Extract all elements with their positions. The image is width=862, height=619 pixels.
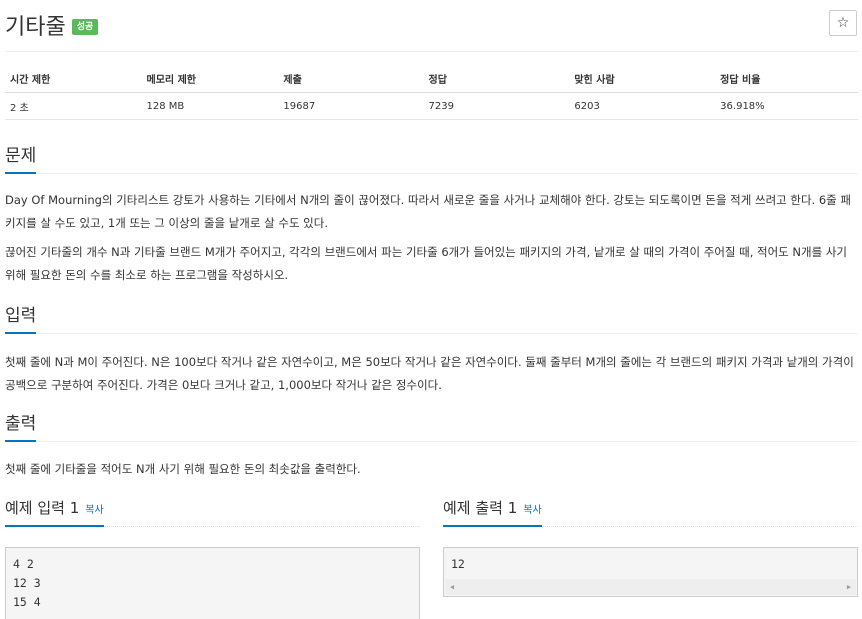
scroll-right-icon[interactable]: ▶ — [842, 579, 856, 595]
info-header-ratio: 정답 비율 — [715, 64, 858, 93]
page-title: 기타줄 — [5, 15, 66, 40]
sample-input-code[interactable]: 4 2 12 3 15 4 — [5, 547, 420, 619]
info-header-solvers: 맞힌 사람 — [569, 64, 716, 93]
input-heading: 입력 — [5, 300, 858, 334]
sample-output-copy-link[interactable]: 복사 — [523, 505, 541, 516]
sample-input-line: 4 2 — [13, 557, 34, 571]
info-memory-limit: 128 MB — [141, 92, 279, 120]
sample-output-section: 예제 출력 1 복사 — [443, 499, 858, 527]
info-submissions: 19687 — [278, 92, 424, 120]
sample-input-title-wrap: 예제 입력 1 복사 — [5, 498, 104, 527]
sample-output-title-wrap: 예제 출력 1 복사 — [443, 498, 542, 527]
horizontal-scrollbar[interactable]: ◀ ▶ — [445, 579, 856, 595]
sample-output-line: 12 — [451, 557, 465, 571]
table-row: 2 초 128 MB 19687 7239 6203 36.918% — [5, 92, 858, 120]
input-paragraph: 첫째 줄에 N과 M이 주어진다. N은 100보다 작거나 같은 자연수이고,… — [5, 355, 854, 392]
sample-input-copy-link[interactable]: 복사 — [85, 505, 103, 516]
info-solvers: 6203 — [569, 92, 716, 120]
title-divider — [5, 51, 858, 52]
sample-output-heading: 예제 출력 1 복사 — [443, 499, 858, 527]
status-badge: 성공 — [71, 19, 99, 35]
info-header-row: 시간 제한 메모리 제한 제출 정답 맞힌 사람 정답 비율 — [5, 64, 858, 93]
favorite-button[interactable]: ☆ — [829, 10, 857, 36]
output-heading: 출력 — [5, 408, 858, 442]
info-header-submissions: 제출 — [278, 64, 424, 93]
info-time-limit: 2 초 — [5, 92, 142, 120]
sample-output-title: 예제 출력 1 — [443, 499, 518, 517]
scroll-left-icon[interactable]: ◀ — [445, 579, 459, 595]
info-header-memory-limit: 메모리 제한 — [141, 64, 279, 93]
description-title: 문제 — [5, 145, 37, 174]
info-accepted: 7239 — [423, 92, 570, 120]
problem-page: 기타줄 성공 ☆ 시간 제한 메모리 제한 제출 정답 맞힌 사람 정답 비율 … — [0, 0, 862, 619]
sample-input-section: 예제 입력 1 복사 — [5, 499, 420, 527]
input-section: 입력 첫째 줄에 N과 M이 주어진다. N은 100보다 작거나 같은 자연수… — [5, 300, 858, 397]
description-heading: 문제 — [5, 140, 858, 174]
input-title: 입력 — [5, 305, 37, 334]
info-header-time-limit: 시간 제한 — [5, 64, 142, 93]
description-paragraph-1: Day Of Mourning의 기타리스트 강토가 사용하는 기타에서 N개의… — [5, 193, 851, 230]
output-section: 출력 첫째 줄에 기타줄을 적어도 N개 사기 위해 필요한 돈의 최솟값을 출… — [5, 408, 858, 481]
sample-input-line: 15 4 — [13, 595, 41, 609]
description-paragraph-2: 끊어진 기타줄의 개수 N과 기타줄 브랜드 M개가 주어지고, 각각의 브랜드… — [5, 245, 847, 282]
problem-info-table: 시간 제한 메모리 제한 제출 정답 맞힌 사람 정답 비율 2 초 128 M… — [5, 64, 858, 120]
title-row: 기타줄 성공 — [5, 8, 99, 42]
sample-input-title: 예제 입력 1 — [5, 499, 80, 517]
sample-output-code[interactable]: 12 ◀ ▶ — [443, 547, 858, 597]
output-paragraph: 첫째 줄에 기타줄을 적어도 N개 사기 위해 필요한 돈의 최솟값을 출력한다… — [5, 462, 361, 476]
star-icon: ☆ — [836, 15, 850, 31]
sample-input-line: 12 3 — [13, 576, 41, 590]
info-ratio: 36.918% — [715, 92, 858, 120]
description-section: 문제 Day Of Mourning의 기타리스트 강토가 사용하는 기타에서 … — [5, 140, 858, 287]
info-header-accepted: 정답 — [423, 64, 570, 93]
sample-input-heading: 예제 입력 1 복사 — [5, 499, 420, 527]
output-title: 출력 — [5, 413, 37, 442]
